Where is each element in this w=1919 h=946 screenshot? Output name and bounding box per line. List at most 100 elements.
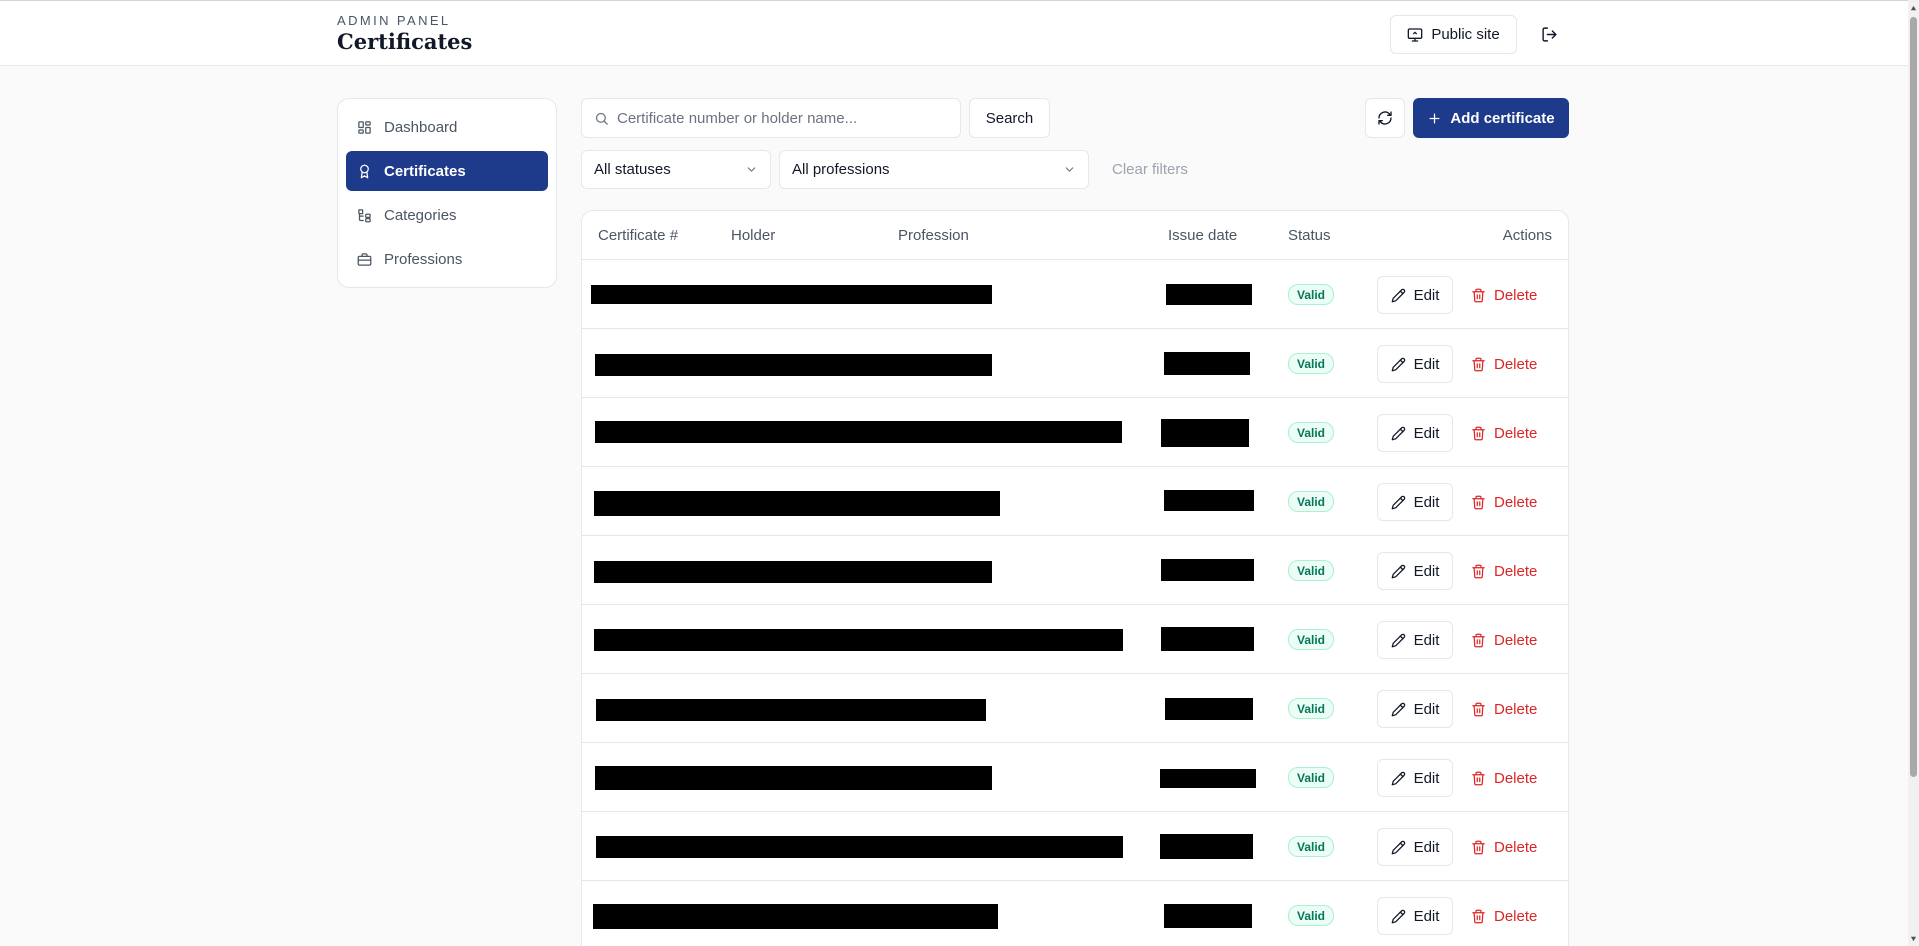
refresh-button[interactable] xyxy=(1365,98,1405,138)
pencil-icon xyxy=(1391,909,1405,923)
delete-button[interactable]: Delete xyxy=(1471,621,1551,659)
pencil-icon xyxy=(1391,633,1405,647)
add-certificate-button[interactable]: Add certificate xyxy=(1413,98,1569,138)
delete-button[interactable]: Delete xyxy=(1471,828,1551,866)
search-icon xyxy=(595,112,608,125)
redacted-certificate-details xyxy=(595,421,1122,443)
briefcase-icon xyxy=(357,252,372,266)
table-header: Certificate # Holder Profession Issue da… xyxy=(582,211,1568,260)
status-badge: Valid xyxy=(1288,836,1335,857)
pencil-icon xyxy=(1391,495,1405,509)
delete-button[interactable]: Delete xyxy=(1471,414,1551,452)
search-box xyxy=(581,98,961,138)
table-body: Valid Edit Delete Valid Edit Delete Valid Edit D… xyxy=(582,260,1568,946)
delete-button[interactable]: Delete xyxy=(1471,690,1551,728)
edit-button[interactable]: Edit xyxy=(1377,552,1453,590)
pencil-icon xyxy=(1391,564,1405,578)
delete-button[interactable]: Delete xyxy=(1471,759,1551,797)
logout-icon xyxy=(1541,26,1557,42)
delete-label: Delete xyxy=(1494,562,1538,580)
column-holder: Holder xyxy=(731,227,776,244)
redacted-issue-date xyxy=(1166,284,1252,305)
column-profession: Profession xyxy=(898,227,969,244)
redacted-certificate-details xyxy=(594,561,992,583)
sidebar-item-dashboard[interactable]: Dashboard xyxy=(346,107,548,147)
redacted-issue-date xyxy=(1164,490,1254,511)
edit-label: Edit xyxy=(1413,907,1440,925)
award-icon xyxy=(360,164,369,178)
sidebar-nav: Dashboard Certificates Categories Profes… xyxy=(337,98,557,288)
edit-button[interactable]: Edit xyxy=(1377,414,1453,452)
certificates-table: Certificate # Holder Profession Issue da… xyxy=(581,210,1569,946)
edit-button[interactable]: Edit xyxy=(1377,621,1453,659)
public-site-button[interactable]: Public site xyxy=(1390,15,1517,54)
sidebar-item-professions[interactable]: Professions xyxy=(346,239,548,279)
pencil-icon xyxy=(1391,357,1405,371)
scrollbar-thumb[interactable] xyxy=(1910,17,1917,777)
categories-icon xyxy=(358,208,371,222)
top-bar: ADMIN PANEL Certificates Public site xyxy=(0,0,1908,66)
edit-button[interactable]: Edit xyxy=(1377,828,1453,866)
sidebar-item-label: Dashboard xyxy=(384,118,458,136)
edit-button[interactable]: Edit xyxy=(1377,690,1453,728)
search-button[interactable]: Search xyxy=(969,98,1050,138)
delete-button[interactable]: Delete xyxy=(1471,897,1551,935)
delete-button[interactable]: Delete xyxy=(1471,276,1551,314)
public-site-label: Public site xyxy=(1431,26,1500,43)
edit-button[interactable]: Edit xyxy=(1377,276,1453,314)
edit-label: Edit xyxy=(1413,631,1440,649)
trash-icon xyxy=(1472,564,1485,578)
search-input[interactable] xyxy=(617,109,947,127)
pencil-icon xyxy=(1391,702,1405,716)
edit-button[interactable]: Edit xyxy=(1377,483,1453,521)
edit-button[interactable]: Edit xyxy=(1377,759,1453,797)
redacted-certificate-details xyxy=(593,904,998,929)
redacted-issue-date xyxy=(1161,627,1254,651)
refresh-icon xyxy=(1378,111,1392,125)
table-row: Valid Edit Delete xyxy=(582,674,1568,743)
clear-filters-button[interactable]: Clear filters xyxy=(1112,161,1188,178)
redacted-issue-date xyxy=(1164,904,1252,928)
delete-button[interactable]: Delete xyxy=(1471,552,1551,590)
trash-icon xyxy=(1472,702,1485,716)
status-badge: Valid xyxy=(1288,560,1335,581)
sidebar-item-certificates[interactable]: Certificates xyxy=(346,151,548,191)
status-badge: Valid xyxy=(1288,422,1335,443)
edit-button[interactable]: Edit xyxy=(1377,345,1453,383)
status-filter-select[interactable]: All statuses xyxy=(581,150,771,189)
logout-button[interactable] xyxy=(1534,21,1564,47)
scroll-down-icon[interactable] xyxy=(1910,934,1917,943)
status-badge: Valid xyxy=(1288,698,1335,719)
redacted-certificate-details xyxy=(595,766,992,790)
sidebar-item-categories[interactable]: Categories xyxy=(346,195,548,235)
page-scrollbar[interactable] xyxy=(1908,0,1919,946)
table-row: Valid Edit Delete xyxy=(582,605,1568,674)
edit-label: Edit xyxy=(1413,286,1440,304)
column-status: Status xyxy=(1288,227,1331,244)
table-row: Valid Edit Delete xyxy=(582,881,1568,946)
delete-label: Delete xyxy=(1494,631,1538,649)
profession-filter-select[interactable]: All professions xyxy=(779,150,1089,189)
table-row: Valid Edit Delete xyxy=(582,329,1568,398)
monitor-icon xyxy=(1407,27,1423,42)
chevron-down-icon xyxy=(747,167,756,172)
table-row: Valid Edit Delete xyxy=(582,467,1568,536)
edit-button[interactable]: Edit xyxy=(1377,897,1453,935)
add-certificate-label: Add certificate xyxy=(1450,109,1555,127)
delete-button[interactable]: Delete xyxy=(1471,483,1551,521)
delete-label: Delete xyxy=(1494,493,1538,511)
trash-icon xyxy=(1472,840,1485,854)
redacted-certificate-details xyxy=(594,629,1123,651)
delete-label: Delete xyxy=(1494,286,1538,304)
pencil-icon xyxy=(1391,771,1405,785)
scroll-up-icon[interactable] xyxy=(1910,4,1917,13)
delete-label: Delete xyxy=(1494,769,1538,787)
chevron-down-icon xyxy=(1065,167,1074,172)
column-certificate-number: Certificate # xyxy=(598,227,679,244)
edit-label: Edit xyxy=(1413,355,1440,373)
redacted-issue-date xyxy=(1161,559,1254,581)
delete-label: Delete xyxy=(1494,355,1538,373)
sidebar-item-label: Categories xyxy=(384,206,457,224)
delete-button[interactable]: Delete xyxy=(1471,345,1551,383)
page-title: Certificates xyxy=(337,29,473,54)
